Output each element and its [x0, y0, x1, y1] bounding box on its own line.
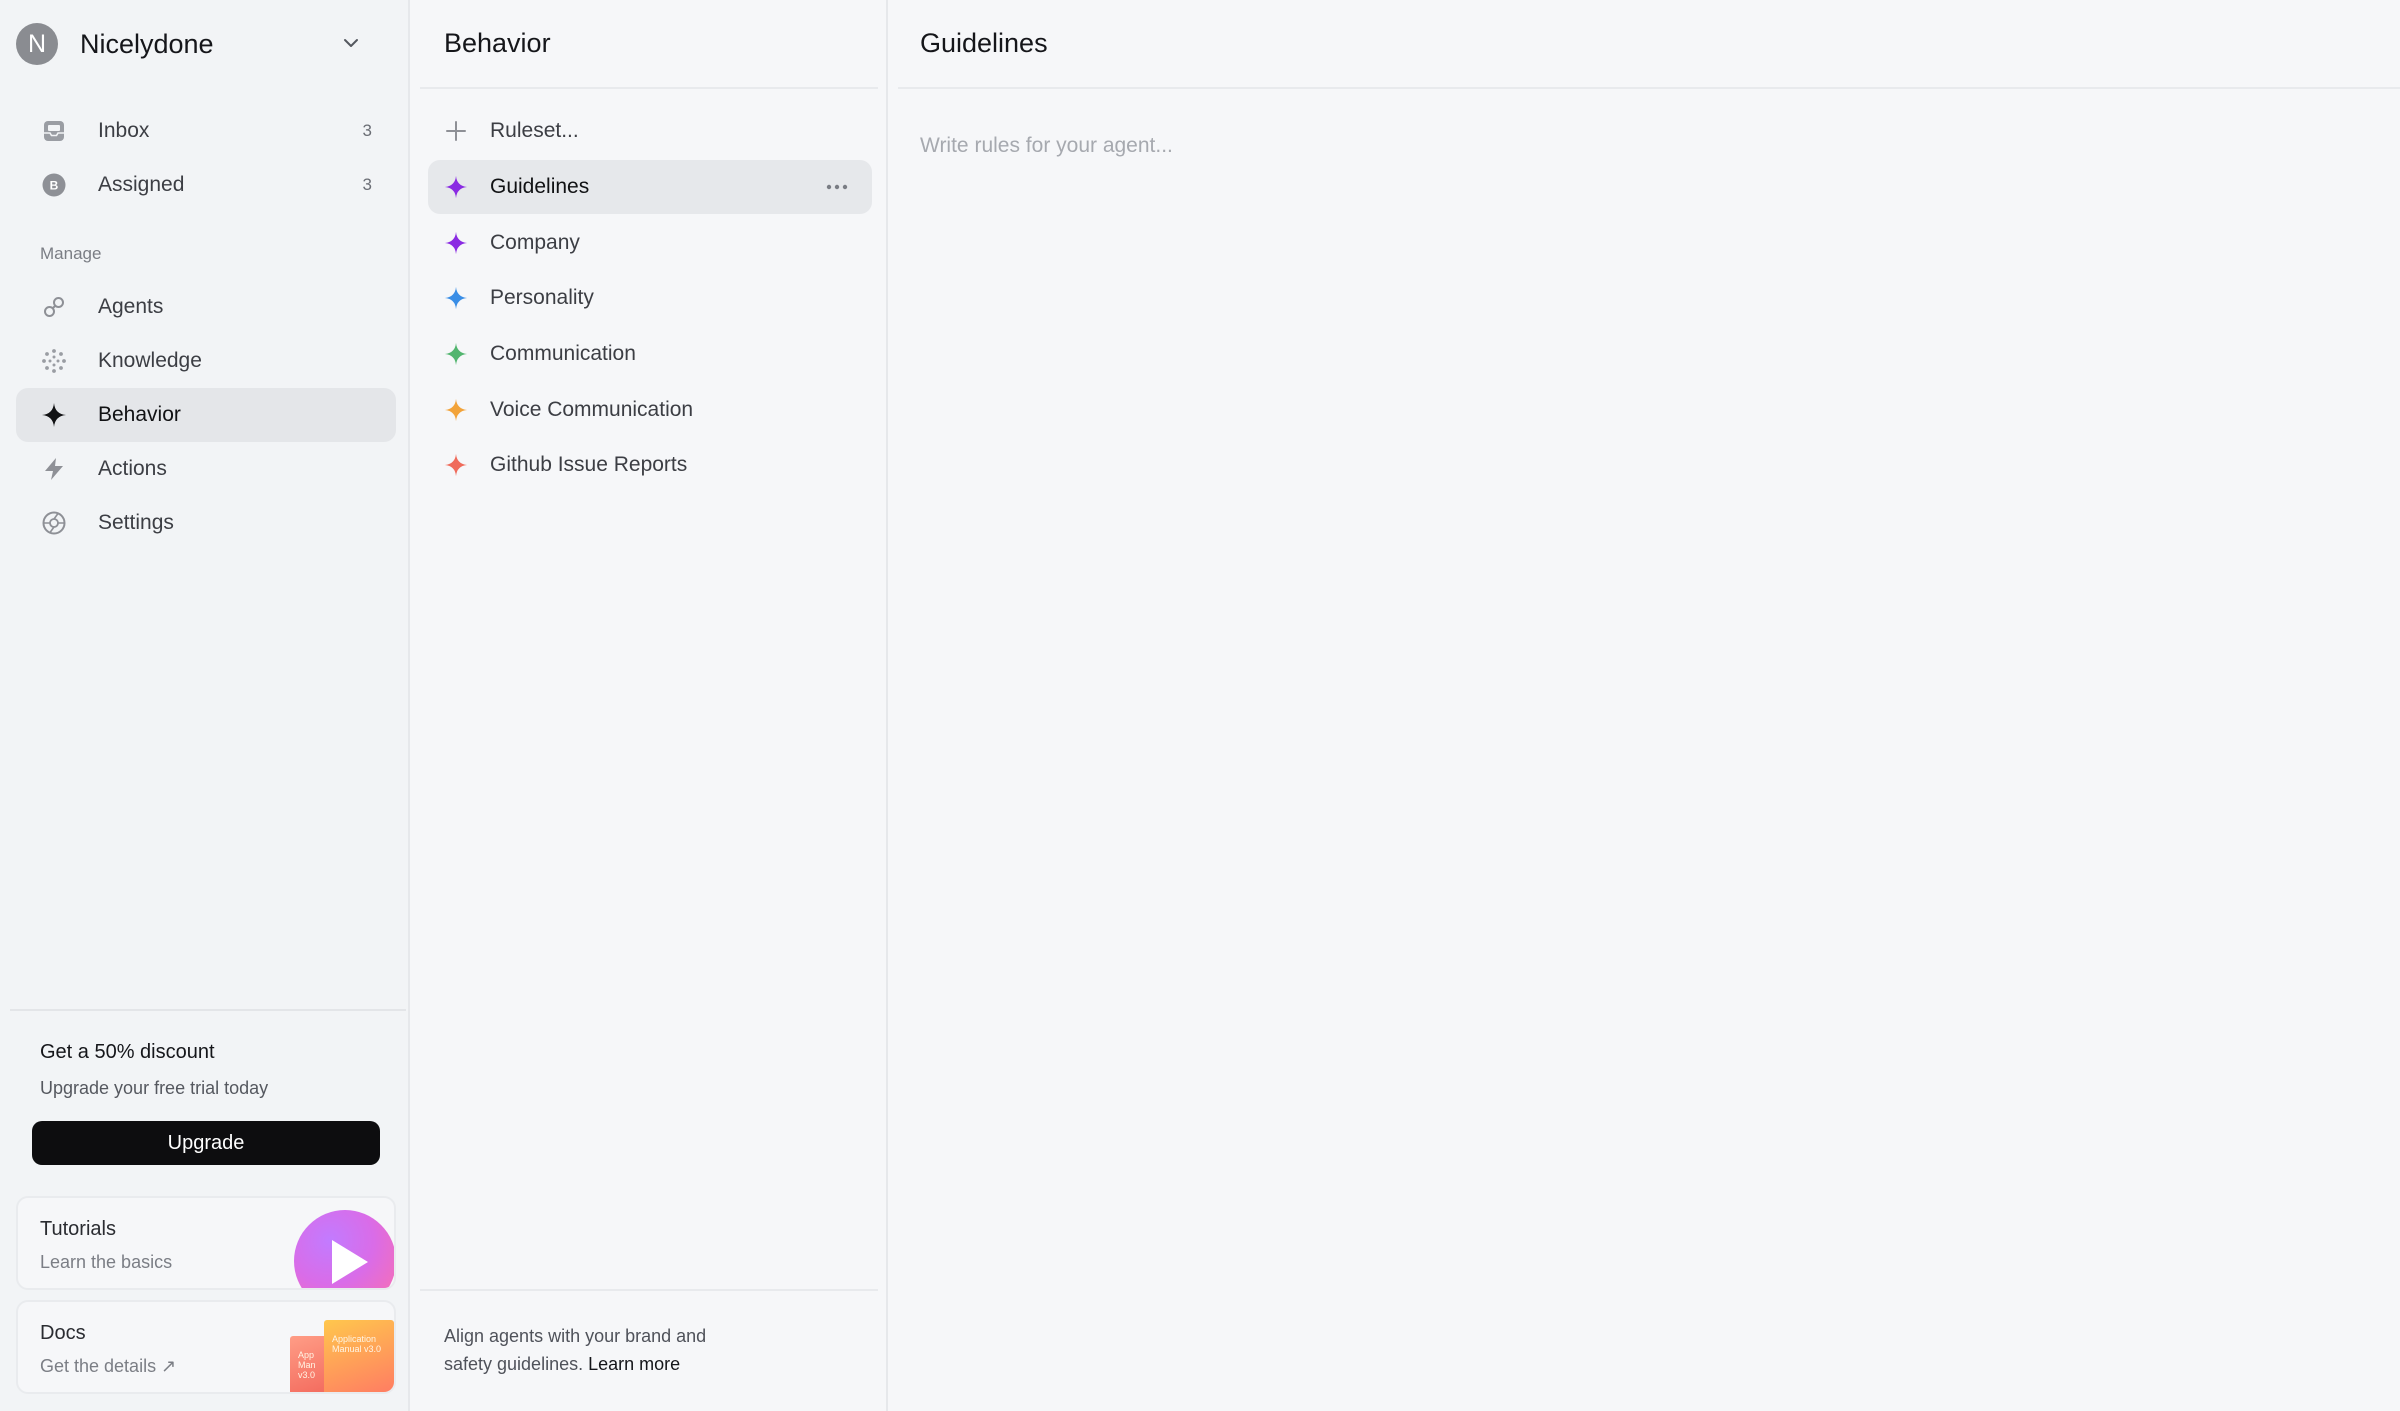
ruleset-label: Personality — [490, 286, 594, 309]
rules-editor-input[interactable] — [920, 126, 2320, 166]
sidebar-item-inbox[interactable]: Inbox 3 — [16, 104, 396, 158]
ruleset-label: Github Issue Reports — [490, 453, 688, 476]
sidebar-item-behavior[interactable]: Behavior — [16, 388, 396, 442]
add-ruleset-label: Ruleset... — [490, 119, 579, 142]
ruleset-item-github-issue-reports[interactable]: Github Issue Reports — [428, 438, 872, 492]
footer-line-2: safety guidelines. — [444, 1354, 584, 1374]
ruleset-label: Guidelines — [490, 175, 590, 198]
sidebar-item-assigned[interactable]: B Assigned 3 — [16, 158, 396, 212]
sidebar-item-settings[interactable]: Settings — [16, 496, 396, 550]
sidebar-item-label: Actions — [98, 457, 167, 480]
tutorials-title: Tutorials — [40, 1218, 116, 1240]
editor-title: Guidelines — [920, 28, 1048, 58]
ruleset-item-company[interactable]: Company — [428, 216, 872, 270]
workspace-avatar: N — [16, 23, 58, 65]
promo-title: Get a 50% discount — [40, 1041, 215, 1063]
assigned-badge-letter: B — [50, 179, 59, 193]
ruleset-label: Company — [490, 231, 580, 254]
footer-line-1: Align agents with your brand and — [444, 1326, 707, 1346]
ruleset-editor-panel: Guidelines — [888, 0, 2400, 1411]
docs-subtitle: Get the details ↗ — [40, 1356, 177, 1376]
ruleset-item-personality[interactable]: Personality — [428, 271, 872, 325]
assigned-count: 3 — [362, 175, 372, 194]
behavior-title: Behavior — [444, 28, 551, 58]
workspace-switcher[interactable]: N Nicelydone — [16, 22, 384, 66]
plus-icon — [442, 117, 470, 145]
sidebar-item-label: Assigned — [98, 173, 185, 196]
more-options-icon[interactable] — [822, 174, 852, 200]
sparkle-icon — [442, 340, 470, 368]
ruleset-item-guidelines[interactable]: Guidelines — [428, 160, 872, 214]
chevron-down-icon — [344, 39, 358, 47]
behavior-panel: Behavior Ruleset... Guidelines Company P… — [410, 0, 888, 1411]
ruleset-item-voice-communication[interactable]: Voice Communication — [428, 383, 872, 437]
sparkle-icon — [442, 173, 470, 201]
sidebar-item-knowledge[interactable]: Knowledge — [16, 334, 396, 388]
aperture-icon — [40, 509, 68, 537]
behavior-footer-text: Align agents with your brand and safety … — [444, 1322, 774, 1378]
ruleset-label: Voice Communication — [490, 398, 694, 421]
learn-more-link[interactable]: Learn more — [588, 1354, 680, 1374]
tutorials-subtitle: Learn the basics — [40, 1252, 173, 1272]
tutorials-card[interactable]: Tutorials Learn the basics — [16, 1196, 396, 1290]
dotted-circle-icon — [40, 347, 68, 375]
inbox-count: 3 — [362, 121, 372, 140]
section-label-manage: Manage — [40, 244, 102, 263]
sparkle-icon — [442, 396, 470, 424]
sidebar-divider — [10, 1009, 406, 1011]
assigned-badge-icon: B — [40, 171, 68, 199]
play-icon — [294, 1210, 394, 1288]
ruleset-label: Communication — [490, 342, 636, 365]
add-ruleset-button[interactable]: Ruleset... — [428, 104, 872, 158]
promo-subtitle: Upgrade your free trial today — [40, 1078, 269, 1098]
inbox-icon — [40, 117, 68, 145]
manual-book-image: Application Manual v3.0 — [324, 1320, 394, 1392]
manual-book-text: Application Manual v3.0 — [332, 1334, 382, 1354]
sparkle-icon — [442, 229, 470, 257]
bolt-icon — [40, 455, 68, 483]
link-icon — [40, 293, 68, 321]
sparkle-icon — [442, 284, 470, 312]
sparkle-icon — [442, 451, 470, 479]
sidebar-item-actions[interactable]: Actions — [16, 442, 396, 496]
sidebar-item-label: Inbox — [98, 119, 150, 142]
sparkle-icon — [40, 401, 68, 429]
sidebar-item-label: Knowledge — [98, 349, 202, 372]
sidebar-item-label: Agents — [98, 295, 164, 318]
behavior-header-divider — [420, 87, 878, 89]
behavior-footer-divider — [420, 1289, 878, 1291]
sidebar-item-label: Settings — [98, 511, 174, 534]
sidebar-item-agents[interactable]: Agents — [16, 280, 396, 334]
sidebar-item-label: Behavior — [98, 403, 181, 426]
docs-card[interactable]: Docs Get the details ↗ App Man v3.0 Appl… — [16, 1300, 396, 1394]
editor-header-divider — [898, 87, 2400, 89]
upgrade-button[interactable]: Upgrade — [32, 1121, 380, 1165]
workspace-name: Nicelydone — [80, 28, 214, 59]
docs-title: Docs — [40, 1322, 86, 1344]
sidebar: N Nicelydone Inbox 3 B Assigned 3 Manage… — [0, 0, 410, 1411]
ruleset-item-communication[interactable]: Communication — [428, 327, 872, 381]
nav-top: Inbox 3 B Assigned 3 — [16, 104, 396, 212]
nav-manage: Agents Knowledge Behavior Actions Settin… — [16, 280, 396, 550]
